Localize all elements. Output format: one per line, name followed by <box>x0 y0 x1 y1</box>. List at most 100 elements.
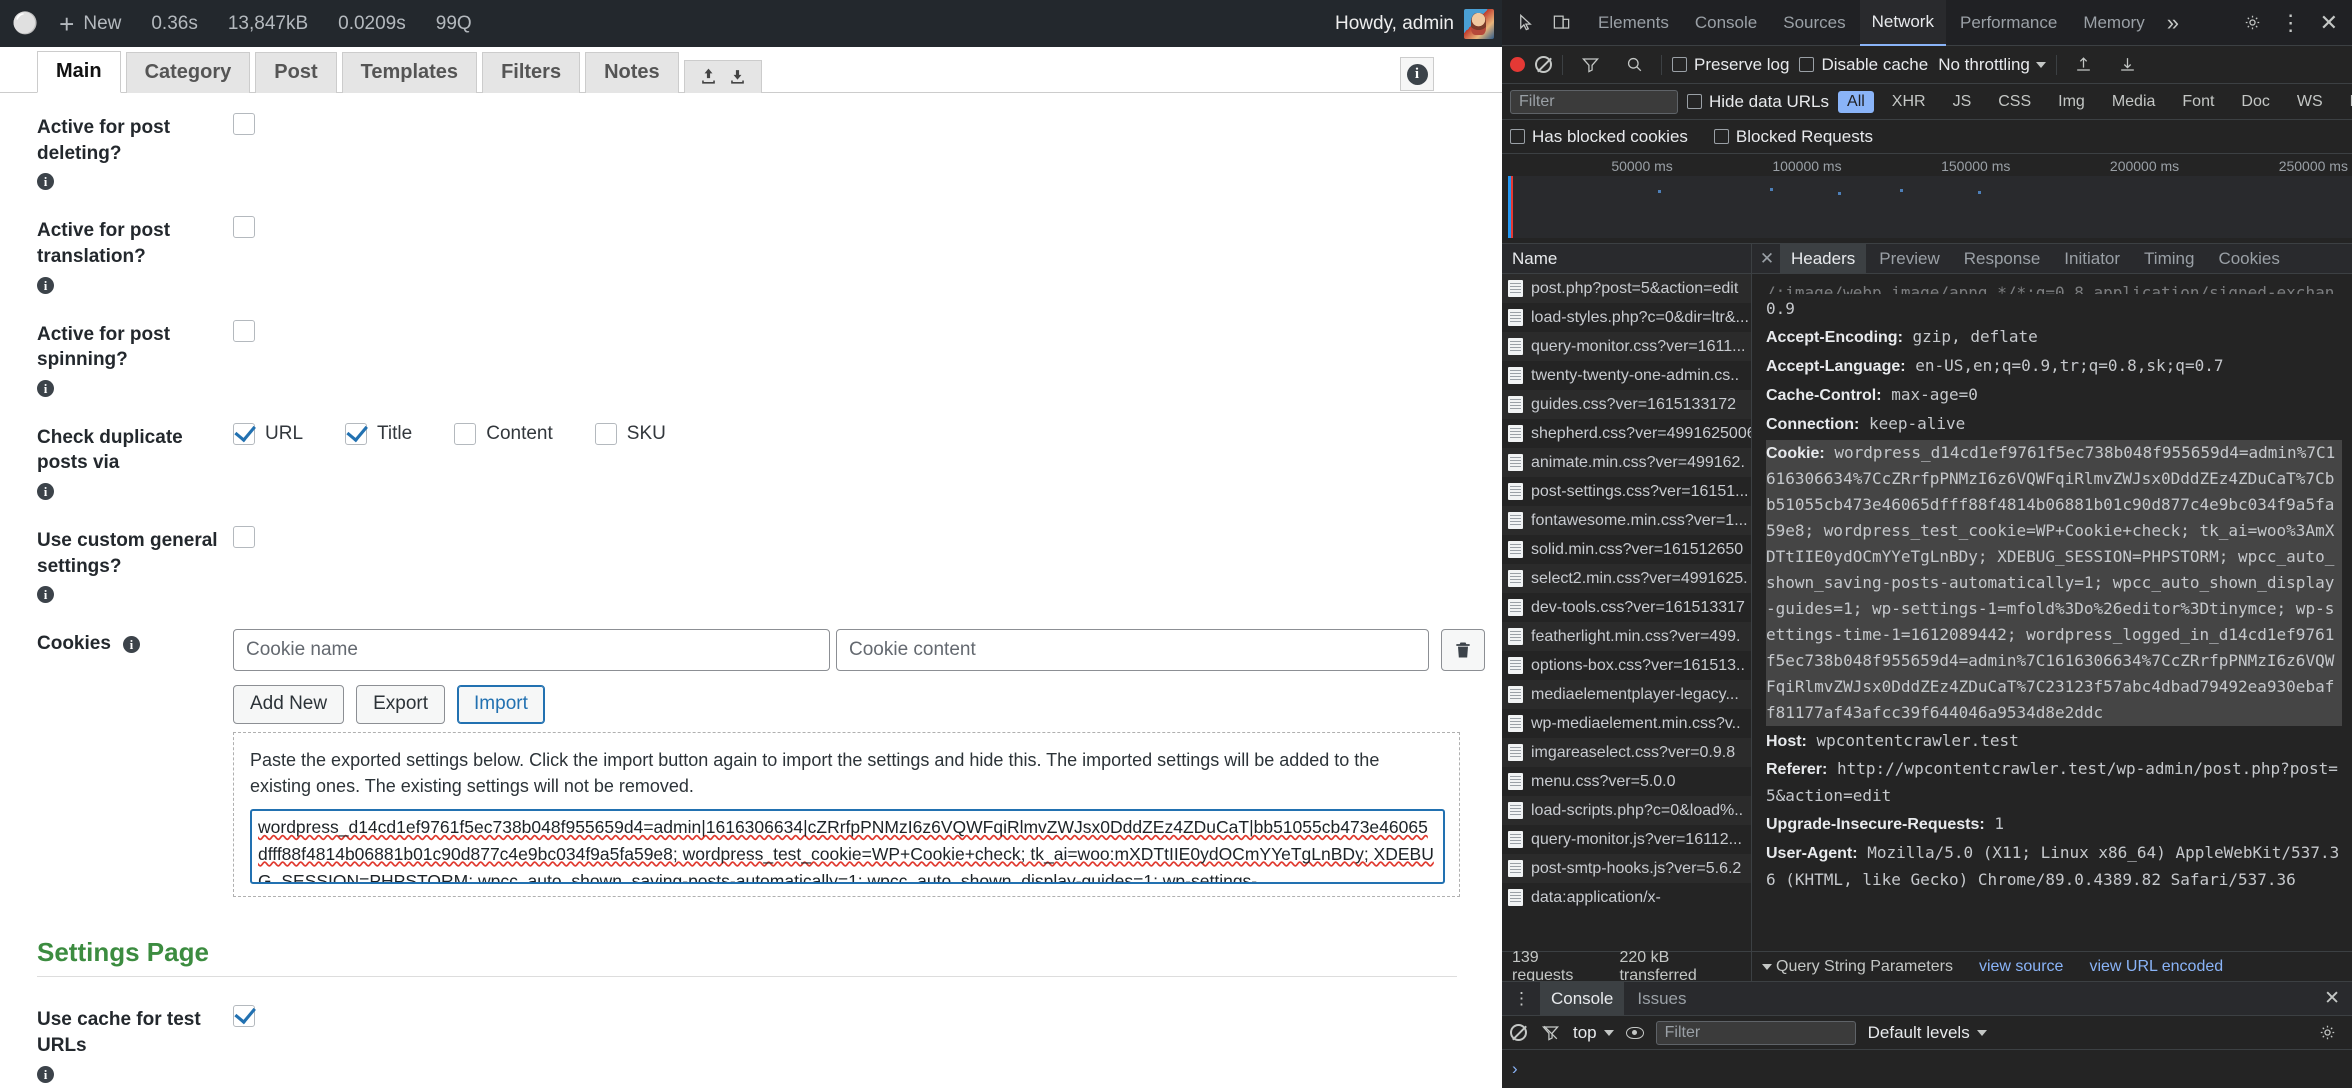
active-post-deleting-checkbox[interactable] <box>233 113 255 135</box>
info-icon[interactable]: i <box>37 379 54 397</box>
info-icon[interactable]: i <box>37 586 54 604</box>
tab-templates[interactable]: Templates <box>341 52 478 93</box>
request-row[interactable]: shepherd.css?ver=4991625006 <box>1502 419 1751 448</box>
tab-main[interactable]: Main <box>37 51 121 93</box>
request-row[interactable]: load-styles.php?c=0&dir=ltr&... <box>1502 303 1751 332</box>
request-list-header[interactable]: Name <box>1502 244 1751 274</box>
use-custom-general-settings-checkbox[interactable] <box>233 526 255 549</box>
request-row[interactable]: wp-mediaelement.min.css?v.. <box>1502 709 1751 738</box>
import-textarea[interactable]: wordpress_d14cd1ef9761f5ec738b048f955659… <box>250 809 1445 885</box>
info-icon[interactable]: i <box>37 173 54 191</box>
settings-gear-icon[interactable] <box>2236 6 2270 40</box>
type-filter-media[interactable]: Media <box>2103 91 2165 113</box>
request-row[interactable]: select2.min.css?ver=4991625. <box>1502 564 1751 593</box>
kebab-menu-icon[interactable]: ⋮ <box>1506 989 1538 1009</box>
type-filter-js[interactable]: JS <box>1944 91 1981 113</box>
detail-tab-timing[interactable]: Timing <box>2133 244 2205 274</box>
detail-tab-headers[interactable]: Headers <box>1780 243 1867 274</box>
has-blocked-cookies-toggle[interactable]: Has blocked cookies <box>1510 127 1688 147</box>
type-filter-img[interactable]: Img <box>2049 91 2094 113</box>
detail-tab-cookies[interactable]: Cookies <box>2207 244 2290 274</box>
type-filter-css[interactable]: CSS <box>1989 91 2040 113</box>
detail-tab-preview[interactable]: Preview <box>1868 244 1950 274</box>
inspect-icon[interactable] <box>1508 6 1542 40</box>
console-context-select[interactable]: top <box>1573 1023 1614 1043</box>
tab-console[interactable]: Console <box>1683 0 1769 46</box>
blocked-requests-checkbox[interactable] <box>1713 129 1729 144</box>
page-info-button[interactable]: i <box>1400 57 1434 91</box>
request-row[interactable]: solid.min.css?ver=161512650 <box>1502 535 1751 564</box>
type-filter-font[interactable]: Font <box>2173 91 2223 113</box>
request-row[interactable]: options-box.css?ver=161513.. <box>1502 651 1751 680</box>
record-stop-icon[interactable] <box>1510 57 1525 72</box>
settings-gear-icon[interactable] <box>2310 1016 2344 1050</box>
tab-sources[interactable]: Sources <box>1771 0 1857 46</box>
type-filter-doc[interactable]: Doc <box>2232 91 2278 113</box>
preserve-log-toggle[interactable]: Preserve log <box>1672 55 1789 75</box>
disable-cache-checkbox[interactable] <box>1799 57 1815 72</box>
request-row[interactable]: twenty-twenty-one-admin.cs.. <box>1502 361 1751 390</box>
active-post-translation-checkbox[interactable] <box>233 216 255 239</box>
tab-category[interactable]: Category <box>125 52 251 93</box>
type-filter-xhr[interactable]: XHR <box>1883 91 1935 113</box>
use-cache-for-test-urls-checkbox[interactable] <box>233 1005 255 1028</box>
request-row[interactable]: post-settings.css?ver=16151... <box>1502 477 1751 506</box>
disable-cache-toggle[interactable]: Disable cache <box>1799 55 1928 75</box>
request-row[interactable]: data:application/x- <box>1502 883 1751 912</box>
duplicate-option-content[interactable]: Content <box>454 422 553 445</box>
blocked-requests-toggle[interactable]: Blocked Requests <box>1713 127 1873 147</box>
detail-tab-response[interactable]: Response <box>1953 244 2052 274</box>
network-filter-input[interactable]: Filter <box>1510 89 1678 114</box>
request-row[interactable]: menu.css?ver=5.0.0 <box>1502 767 1751 796</box>
tab-performance[interactable]: Performance <box>1948 0 2069 46</box>
view-url-encoded-link[interactable]: view URL encoded <box>2089 958 2223 976</box>
duplicate-option-url[interactable]: URL <box>233 422 303 445</box>
type-filter-ws[interactable]: WS <box>2288 91 2332 113</box>
howdy-label[interactable]: Howdy, admin <box>1335 13 1454 35</box>
new-content-button[interactable]: + New <box>44 11 136 37</box>
avatar[interactable] <box>1464 8 1494 39</box>
export-har-icon[interactable] <box>2111 48 2145 82</box>
tab-elements[interactable]: Elements <box>1586 0 1681 46</box>
info-icon[interactable]: i <box>37 1065 54 1083</box>
info-icon[interactable]: i <box>37 483 54 501</box>
request-row[interactable]: dev-tools.css?ver=161513317 <box>1502 593 1751 622</box>
console-prompt[interactable]: › <box>1502 1050 2352 1088</box>
device-toolbar-icon[interactable] <box>1544 6 1578 40</box>
header-row-cookie[interactable]: Cookie: wordpress_d14cd1ef9761f5ec738b04… <box>1766 439 2342 726</box>
request-row[interactable]: imgareaselect.css?ver=0.9.8 <box>1502 738 1751 767</box>
active-post-spinning-checkbox[interactable] <box>233 319 255 342</box>
import-har-icon[interactable] <box>2067 48 2101 82</box>
close-drawer-icon[interactable]: ✕ <box>2312 987 2352 1010</box>
url-checkbox[interactable] <box>233 422 255 445</box>
live-expression-icon[interactable] <box>1625 1026 1644 1039</box>
no-filter-icon[interactable] <box>1539 1016 1561 1050</box>
cookie-name-input[interactable] <box>233 629 830 672</box>
request-row[interactable]: guides.css?ver=1615133172 <box>1502 390 1751 419</box>
close-icon[interactable]: ✕ <box>2312 10 2346 36</box>
request-row[interactable]: load-scripts.php?c=0&load%.. <box>1502 796 1751 825</box>
view-source-link[interactable]: view source <box>1979 958 2063 976</box>
close-detail-icon[interactable]: ✕ <box>1756 249 1778 269</box>
duplicate-option-title[interactable]: Title <box>345 422 412 445</box>
search-icon[interactable] <box>1617 48 1651 82</box>
request-row[interactable]: query-monitor.css?ver=1611... <box>1502 332 1751 361</box>
tab-memory[interactable]: Memory <box>2071 0 2156 46</box>
request-row[interactable]: animate.min.css?ver=499162. <box>1502 448 1751 477</box>
import-button[interactable]: Import <box>457 685 545 725</box>
type-filter-manifest[interactable]: Manifest <box>2341 91 2352 113</box>
content-checkbox[interactable] <box>454 422 477 445</box>
cookie-content-input[interactable] <box>836 629 1429 672</box>
tab-network[interactable]: Network <box>1859 0 1946 46</box>
throttling-select[interactable]: No throttling <box>1938 55 2046 75</box>
filter-icon[interactable] <box>1573 48 1607 82</box>
request-row[interactable]: query-monitor.js?ver=16112... <box>1502 825 1751 854</box>
hide-data-urls-toggle[interactable]: Hide data URLs <box>1687 92 1829 112</box>
request-row[interactable]: post-smtp-hooks.js?ver=5.6.2 <box>1502 854 1751 883</box>
query-string-parameters-section[interactable]: Query String Parameters view source view… <box>1752 951 2352 981</box>
request-row[interactable]: mediaelementplayer-legacy... <box>1502 680 1751 709</box>
hide-data-urls-checkbox[interactable] <box>1687 94 1702 109</box>
drawer-tab-issues[interactable]: Issues <box>1626 982 1697 1016</box>
drawer-tab-console[interactable]: Console <box>1540 981 1625 1016</box>
more-panels-button[interactable]: » <box>2159 10 2187 36</box>
